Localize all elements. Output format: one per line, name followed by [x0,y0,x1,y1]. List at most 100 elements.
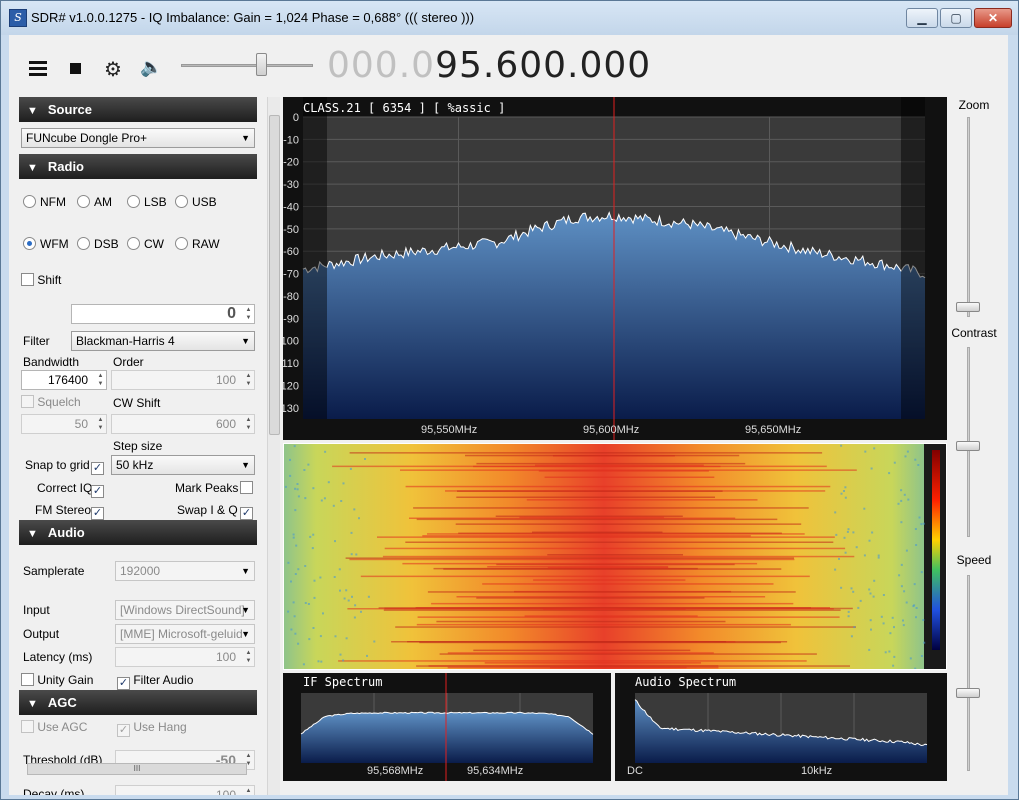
speed-slider-track[interactable] [967,575,970,771]
spinner-icon[interactable]: ▲▼ [96,416,105,432]
minimize-button[interactable]: ▁ [906,8,938,28]
waterfall-streak [407,641,727,643]
snap-to-grid-checkbox[interactable]: ✓ [91,458,104,475]
contrast-slider-thumb[interactable] [956,441,980,451]
mode-radio-usb[interactable]: USB [175,195,217,209]
waterfall-noise [840,586,843,589]
mode-radio-am[interactable]: AM [77,195,112,209]
checkbox-box-checked[interactable]: ✓ [91,485,104,498]
filter-audio-checkbox[interactable]: ✓ Filter Audio [117,673,193,690]
waterfall-noise [287,561,290,564]
mode-radio-nfm[interactable]: NFM [23,195,66,209]
use-hang-checkbox[interactable]: ✓ Use Hang [117,720,187,737]
cwshift-input[interactable]: 600 ▲ ▼ [111,414,255,434]
menu-icon[interactable] [29,61,47,76]
horizontal-scrollbar-thumb[interactable]: III [27,763,247,775]
speaker-icon[interactable]: 🔈 [140,57,162,78]
left-panel-scrollbar[interactable] [267,97,280,795]
squelch-checkbox[interactable]: Squelch [21,395,81,409]
spinner-icon[interactable]: ▲▼ [244,306,253,322]
scrollbar-thumb[interactable] [269,115,280,435]
radio-circle[interactable] [175,195,188,208]
radio-circle[interactable] [175,237,188,250]
swap-iq-checkbox[interactable]: ✓ [240,503,253,520]
mode-radio-raw[interactable]: RAW [175,237,220,251]
latency-input[interactable]: 100 ▲ ▼ [115,647,255,667]
input-device-select[interactable]: [Windows DirectSound] ▼ [115,600,255,620]
zoom-slider-thumb[interactable] [956,302,980,312]
use-agc-checkbox[interactable]: Use AGC [21,720,87,734]
waterfall-display[interactable] [283,443,947,670]
spinner-icon[interactable]: ▲▼ [244,787,253,795]
decay-input[interactable]: 100 ▲▼ [115,785,255,795]
checkbox-box[interactable] [240,481,253,494]
checkbox-box-checked[interactable]: ✓ [117,677,130,690]
radio-circle[interactable] [77,195,90,208]
radio-circle[interactable] [23,195,36,208]
source-section-header[interactable]: ▼ Source [19,97,257,122]
volume-slider-thumb[interactable] [256,53,267,76]
checkbox-box-checked[interactable]: ✓ [91,507,104,520]
mode-radio-wfm[interactable]: WFM [23,237,69,251]
radio-circle[interactable] [127,237,140,250]
radio-circle[interactable] [127,195,140,208]
bandwidth-input[interactable]: 176400 ▲ ▼ [21,370,107,390]
order-input[interactable]: 100 ▲ ▼ [111,370,255,390]
audio-section-header[interactable]: ▼ Audio [19,520,257,545]
radio-circle[interactable] [77,237,90,250]
unity-gain-checkbox[interactable]: Unity Gain [21,673,93,687]
spinner-icon[interactable]: ▲▼ [244,416,253,432]
samplerate-select[interactable]: 192000 ▼ [115,561,255,581]
volume-slider[interactable] [181,64,313,67]
mode-radio-cw[interactable]: CW [127,237,164,251]
checkbox-box[interactable] [21,673,34,686]
audio-spectrum-panel[interactable]: Audio Spectrum DC 10kHz [615,673,947,781]
correct-iq-checkbox[interactable]: ✓ [91,481,104,498]
spinner-icon[interactable]: ▲▼ [244,649,253,665]
frequency-leading-digits[interactable]: 000.0 [327,45,435,86]
frequency-digits[interactable]: 95.600.000 [435,45,651,86]
filter-select[interactable]: Blackman-Harris 4 ▼ [71,331,255,351]
maximize-button[interactable]: ▢ [940,8,972,28]
spinner-icon[interactable]: ▲▼ [96,372,105,388]
waterfall-noise [350,553,353,556]
gear-icon[interactable]: ⚙ [104,57,122,82]
close-button[interactable]: ✕ [974,8,1012,28]
main-spectrum-panel[interactable]: 0 -10 -20 -30 -40 -50 -60 -70 -80 -90 -100 -110 -120… [277,97,947,440]
waterfall-noise [290,628,293,631]
agc-section-header[interactable]: ▼ AGC [19,690,257,715]
radio-section-header[interactable]: ▼ Radio [19,154,257,179]
fm-stereo-checkbox[interactable]: ✓ [91,503,104,520]
mark-peaks-checkbox[interactable] [240,481,253,495]
shift-input[interactable]: 0 ▲ ▼ [71,304,255,324]
waterfall-noise [871,531,874,534]
if-spectrum-panel[interactable]: IF Spectrum 95,568MHz 95,634MHz [283,673,611,781]
radio-circle-selected[interactable] [23,237,36,250]
output-device-select[interactable]: [MME] Microsoft-geluid ▼ [115,624,255,644]
mode-radio-dsb[interactable]: DSB [77,237,119,251]
waterfall-noise [304,602,307,604]
checkbox-box[interactable] [21,395,34,408]
zoom-slider-track[interactable] [967,117,970,317]
source-device-select[interactable]: FUNcube Dongle Pro+ ▼ [21,128,255,148]
waterfall-noise [888,472,891,475]
speed-slider-thumb[interactable] [956,688,980,698]
mode-radio-lsb[interactable]: LSB [127,195,167,209]
checkbox-box[interactable] [21,273,34,286]
title-bar[interactable]: S SDR# v1.0.0.1275 - IQ Imbalance: Gain … [1,1,1018,35]
checkbox-box-checked[interactable]: ✓ [91,462,104,475]
waterfall-streak [338,660,807,662]
frequency-display[interactable]: 000.095.600.000 [327,45,651,86]
stepsize-select[interactable]: 50 kHz ▼ [111,455,255,475]
squelch-input[interactable]: 50 ▲ ▼ [21,414,107,434]
stop-icon[interactable] [70,63,81,74]
checkbox-box[interactable] [21,720,34,733]
if-spectrum-plot[interactable] [283,673,611,781]
spinner-icon[interactable]: ▲▼ [244,372,253,388]
audio-spectrum-plot[interactable] [615,673,947,781]
left-control-panel: ▼ Source FUNcube Dongle Pro+ ▼ ▼ Radio NFM … [19,97,259,795]
checkbox-box-checked[interactable]: ✓ [117,724,130,737]
main-spectrum-plot[interactable]: 0 -10 -20 -30 -40 -50 -60 -70 -80 -90 -100 -110 -120… [277,97,947,440]
checkbox-box-checked[interactable]: ✓ [240,507,253,520]
shift-checkbox[interactable]: Shift [21,273,61,287]
